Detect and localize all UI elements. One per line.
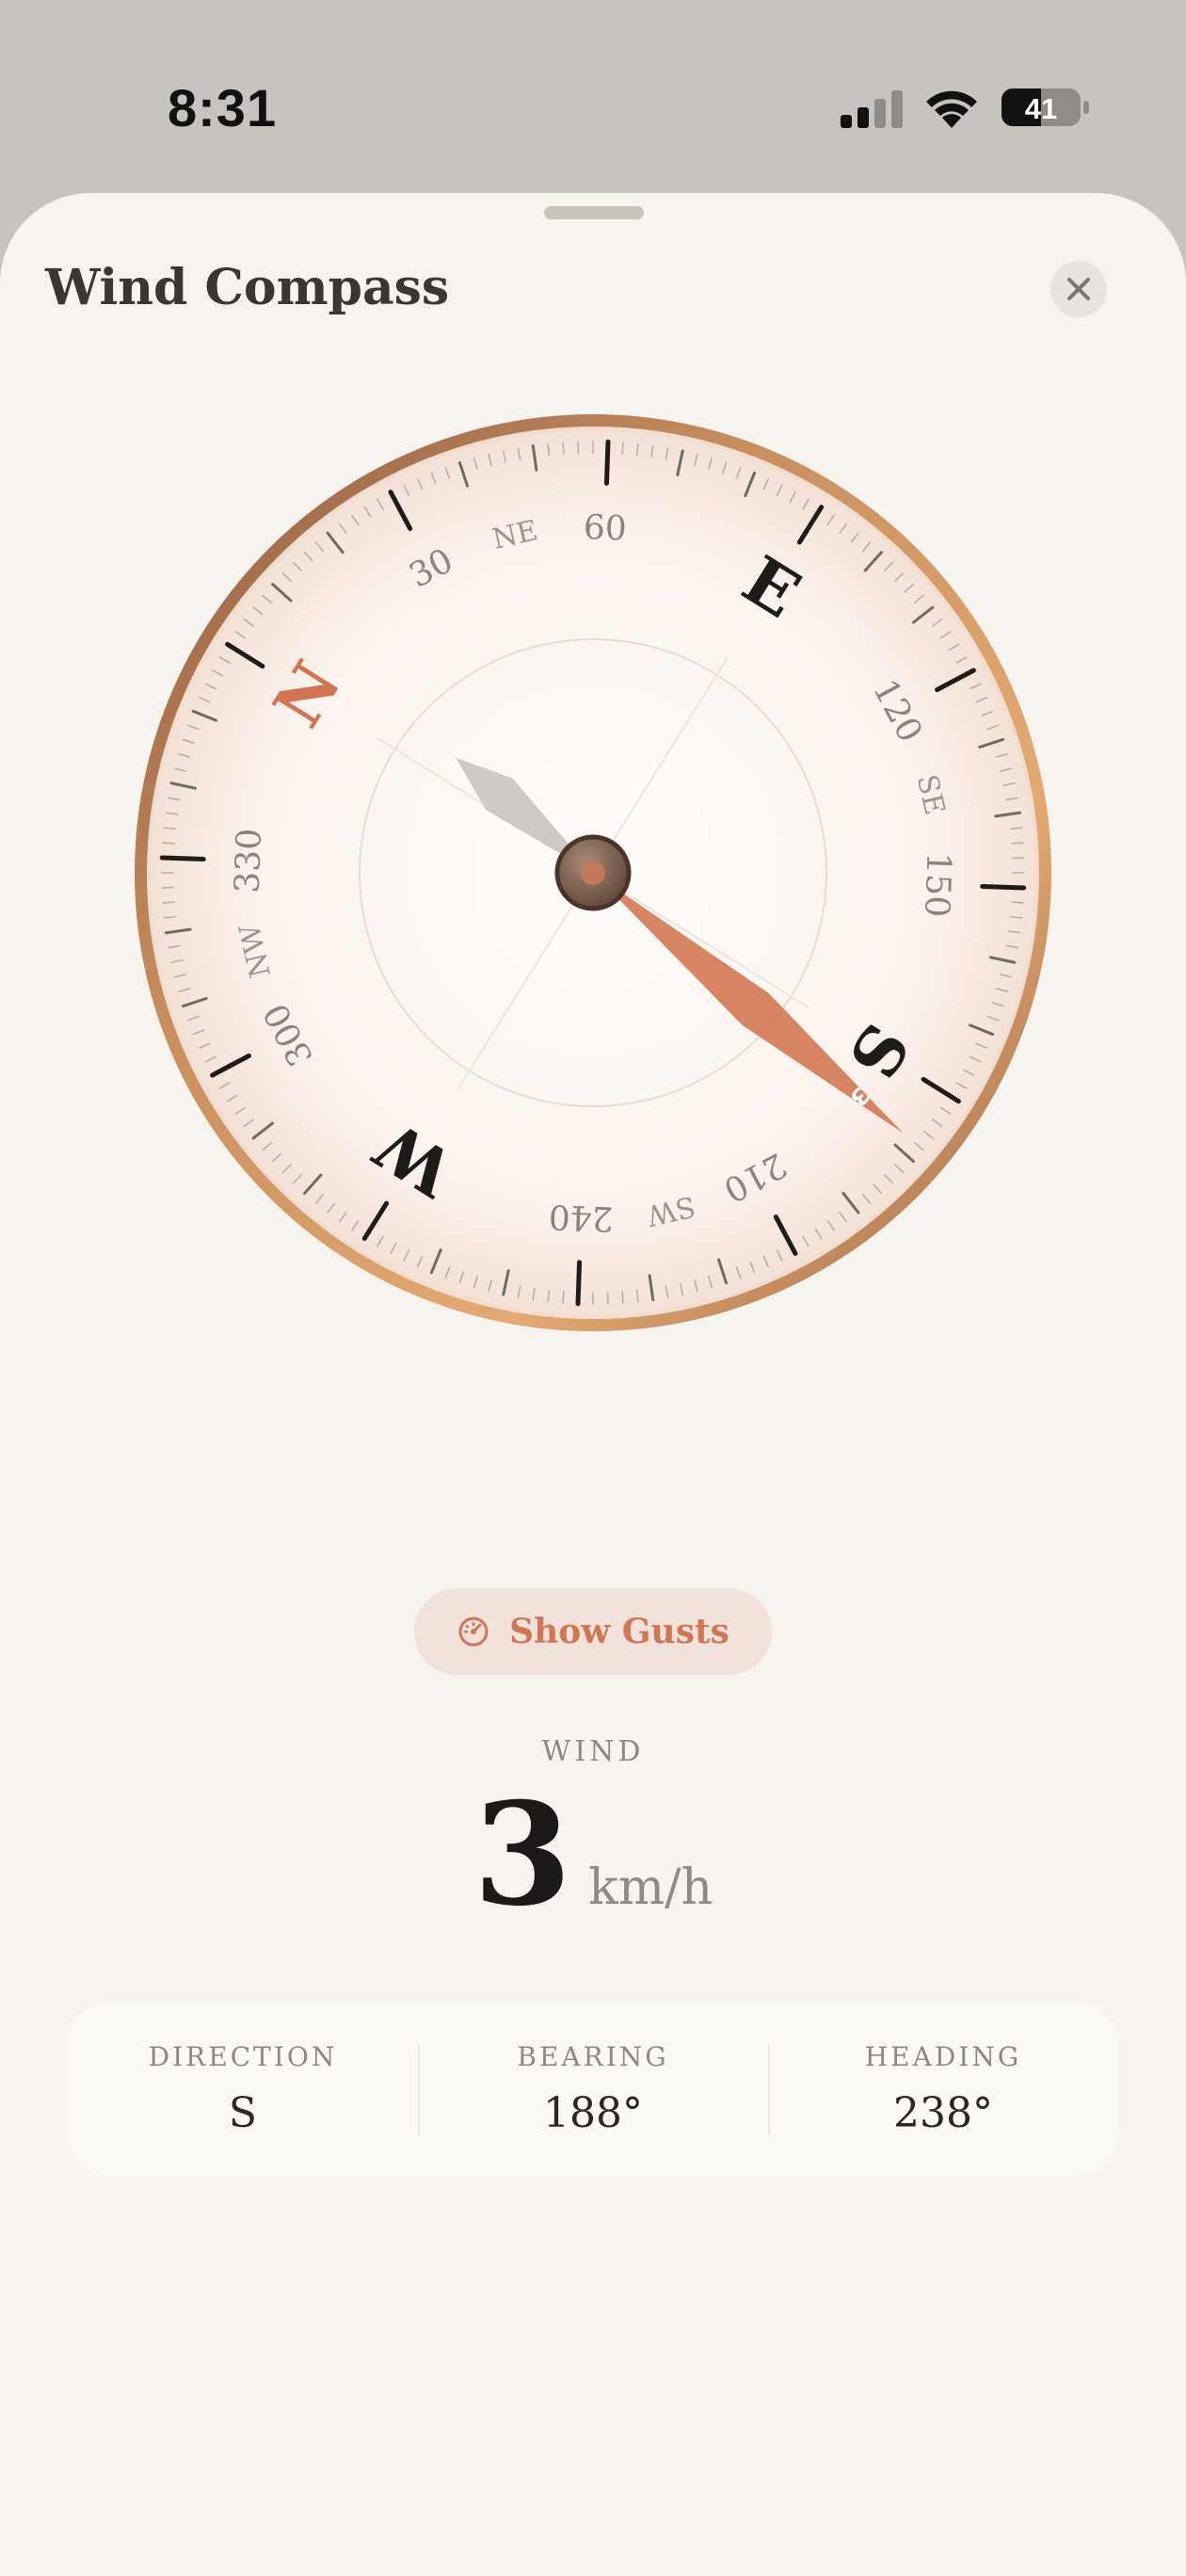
show-gusts-button[interactable]: Show Gusts: [414, 1588, 772, 1675]
wind-speed-value: 3: [473, 1772, 572, 1938]
stat-value: S: [228, 2089, 258, 2137]
status-time: 8:31: [168, 78, 278, 137]
wind-readout: 3 km/h: [0, 1784, 1186, 1925]
degree-label: 150: [917, 852, 957, 918]
show-gusts-label: Show Gusts: [509, 1612, 729, 1651]
stat-bearing: BEARING 188°: [418, 2003, 768, 2176]
degree-label: 240: [548, 1197, 614, 1237]
battery-level: 41: [1025, 92, 1057, 125]
wind-label: WIND: [541, 1735, 645, 1768]
compass[interactable]: N E S W NE SE SW NW 30 60 120 150 210 240 300 330 3: [132, 411, 1054, 1334]
wind-speed-unit: km/h: [588, 1860, 713, 1916]
status-bar: 8:31 41: [0, 0, 1186, 193]
battery-icon: 41: [1002, 89, 1089, 126]
sheet-grabber[interactable]: [544, 206, 644, 219]
stat-label: DIRECTION: [148, 2041, 338, 2072]
wifi-icon: [926, 90, 977, 128]
stat-value: 188°: [543, 2089, 643, 2137]
stat-heading: HEADING 238°: [768, 2003, 1118, 2176]
close-button[interactable]: [1050, 261, 1107, 317]
compass-dial: NESWNESESWNW3060120150210240300330 3: [135, 414, 1051, 1331]
cellular-signal-icon: [841, 90, 903, 128]
close-icon: [1067, 278, 1090, 300]
gauge-icon: [458, 1617, 489, 1647]
stat-label: BEARING: [517, 2041, 669, 2072]
stats-card: DIRECTION S BEARING 188° HEADING 238°: [68, 2003, 1118, 2176]
stat-label: HEADING: [864, 2041, 1022, 2072]
stat-value: 238°: [893, 2089, 993, 2137]
degree-label: 60: [583, 508, 627, 549]
stat-direction: DIRECTION S: [68, 2003, 418, 2176]
degree-label: 330: [229, 828, 269, 894]
sheet-title: Wind Compass: [45, 259, 450, 316]
